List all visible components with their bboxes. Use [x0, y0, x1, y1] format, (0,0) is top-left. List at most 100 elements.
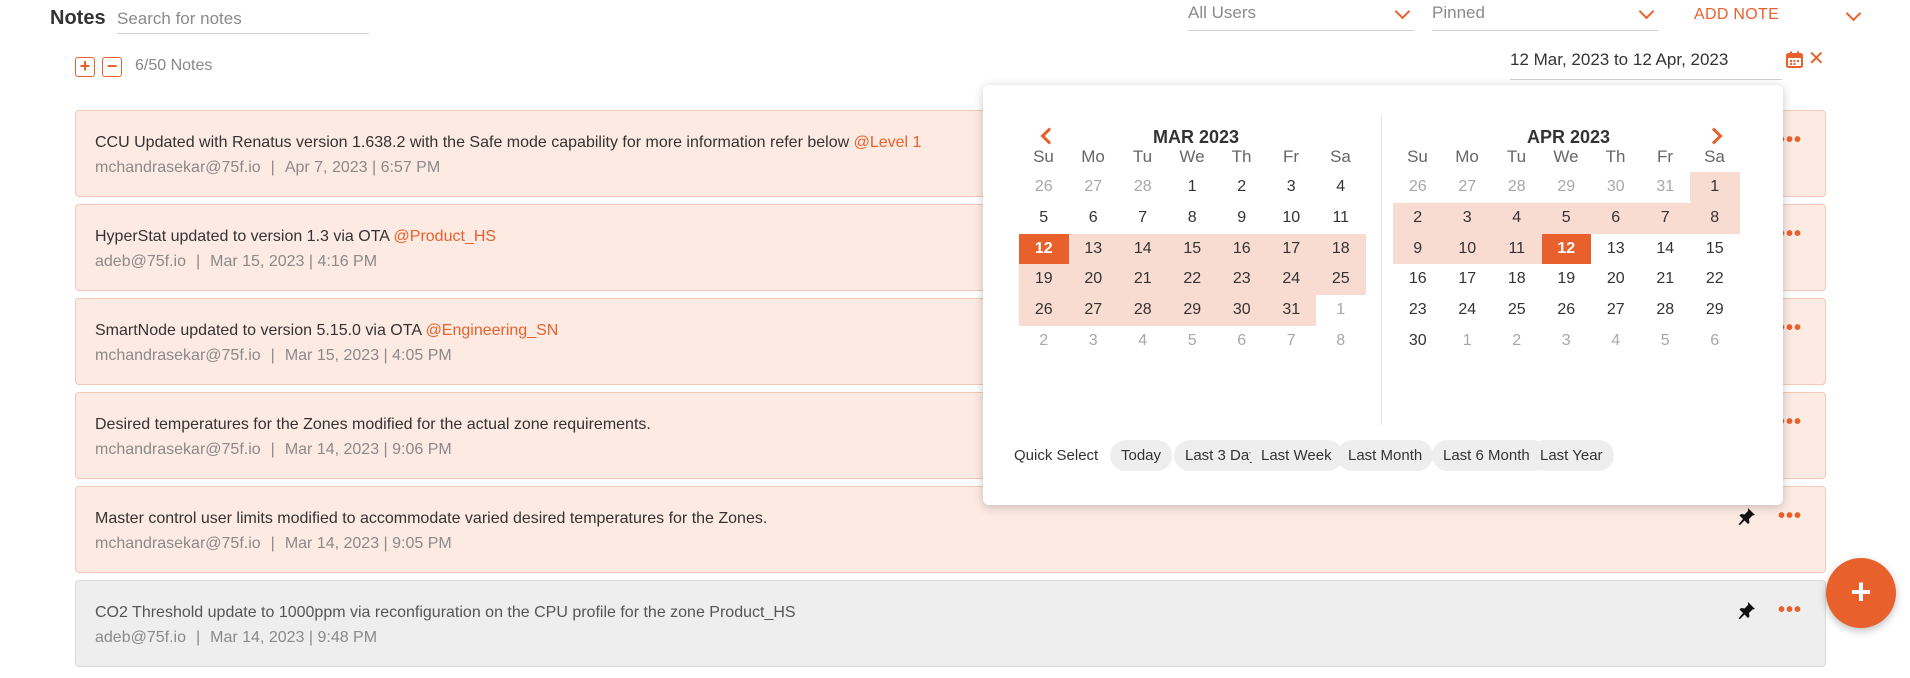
calendar-day[interactable]: 4: [1591, 326, 1641, 357]
calendar-day[interactable]: 28: [1492, 172, 1542, 203]
calendar-day[interactable]: 21: [1641, 264, 1691, 295]
date-range-field[interactable]: 12 Mar, 2023 to 12 Apr, 2023: [1510, 48, 1782, 80]
calendar-day[interactable]: 29: [1167, 295, 1217, 326]
calendar-day[interactable]: 25: [1492, 295, 1542, 326]
add-note-button[interactable]: ADD NOTE: [1694, 6, 1779, 24]
calendar-day[interactable]: 9: [1217, 203, 1267, 234]
calendar-day[interactable]: 10: [1442, 233, 1492, 265]
calendar-day[interactable]: 18: [1492, 264, 1542, 295]
note-card[interactable]: CO2 Threshold update to 1000ppm via reco…: [75, 580, 1826, 667]
calendar-day[interactable]: 6: [1591, 202, 1641, 234]
calendar-day[interactable]: 6: [1069, 203, 1119, 234]
note-tag-link[interactable]: @Level 1: [854, 134, 922, 151]
calendar-day[interactable]: 9: [1393, 233, 1443, 265]
calendar-day[interactable]: 3: [1542, 326, 1592, 357]
calendar-day[interactable]: 3: [1442, 202, 1492, 234]
calendar-day[interactable]: 23: [1217, 264, 1267, 296]
calendar-day[interactable]: 24: [1443, 295, 1493, 326]
calendar-day[interactable]: 5: [1168, 326, 1218, 357]
calendar-day[interactable]: 30: [1591, 172, 1641, 203]
calendar-day[interactable]: 30: [1393, 326, 1443, 357]
calendar-day[interactable]: 1: [1690, 172, 1740, 203]
calendar-day[interactable]: 28: [1118, 172, 1168, 203]
clear-date-icon[interactable]: ✕: [1808, 46, 1825, 71]
calendar-day[interactable]: 31: [1641, 172, 1691, 203]
pin-icon[interactable]: [1738, 507, 1756, 525]
calendar-day[interactable]: 14: [1641, 234, 1691, 265]
more-options-icon[interactable]: •••: [1778, 505, 1802, 528]
calendar-day[interactable]: 25: [1316, 264, 1366, 296]
calendar-day[interactable]: 8: [1168, 203, 1218, 234]
note-tag-link[interactable]: @Product_HS: [394, 228, 497, 245]
expand-all-button[interactable]: +: [75, 57, 95, 77]
calendar-day[interactable]: 24: [1266, 264, 1316, 296]
quick-select-button[interactable]: Last Month: [1337, 440, 1434, 471]
calendar-day[interactable]: 14: [1118, 233, 1168, 265]
calendar-day[interactable]: 7: [1267, 326, 1317, 357]
calendar-day[interactable]: 2: [1393, 202, 1443, 234]
calendar-day[interactable]: 22: [1690, 264, 1740, 295]
calendar-day[interactable]: 1: [1443, 326, 1493, 357]
pin-icon[interactable]: [1738, 601, 1756, 619]
add-note-fab-button[interactable]: +: [1826, 558, 1896, 628]
calendar-day[interactable]: 31: [1266, 295, 1316, 326]
calendar-day[interactable]: 26: [1393, 172, 1443, 203]
calendar-day[interactable]: 26: [1542, 295, 1592, 326]
calendar-day[interactable]: 12: [1019, 233, 1069, 265]
calendar-day[interactable]: 5: [1541, 202, 1591, 234]
calendar-day[interactable]: 29: [1690, 295, 1740, 326]
calendar-day[interactable]: 12: [1541, 233, 1591, 265]
calendar-day[interactable]: 20: [1068, 264, 1118, 296]
calendar-day[interactable]: 10: [1267, 203, 1317, 234]
calendar-day[interactable]: 17: [1443, 264, 1493, 295]
calendar-day[interactable]: 8: [1316, 326, 1366, 357]
calendar-day[interactable]: 30: [1217, 295, 1267, 326]
calendar-day[interactable]: 5: [1641, 326, 1691, 357]
calendar-day[interactable]: 29: [1542, 172, 1592, 203]
calendar-day[interactable]: 8: [1690, 202, 1740, 234]
calendar-day[interactable]: 28: [1118, 295, 1168, 326]
calendar-day[interactable]: 23: [1393, 295, 1443, 326]
calendar-day[interactable]: 4: [1316, 172, 1366, 203]
calendar-day[interactable]: 2: [1217, 172, 1267, 203]
search-field[interactable]: [117, 4, 369, 34]
pinned-filter-select[interactable]: Pinned: [1432, 0, 1658, 31]
calendar-day[interactable]: 1: [1316, 295, 1366, 326]
calendar-day[interactable]: 18: [1316, 233, 1366, 265]
quick-select-button[interactable]: Today: [1110, 440, 1173, 471]
calendar-day[interactable]: 13: [1068, 233, 1118, 265]
calendar-day[interactable]: 6: [1690, 326, 1740, 357]
calendar-day[interactable]: 6: [1217, 326, 1267, 357]
add-note-dropdown-icon[interactable]: [1845, 5, 1862, 22]
note-tag-link[interactable]: @Engineering_SN: [426, 322, 559, 339]
more-options-icon[interactable]: •••: [1778, 599, 1802, 622]
calendar-day[interactable]: 7: [1118, 203, 1168, 234]
calendar-day[interactable]: 1: [1168, 172, 1218, 203]
quick-select-button[interactable]: Last Week: [1250, 440, 1343, 471]
calendar-day[interactable]: 16: [1393, 264, 1443, 295]
calendar-day[interactable]: 7: [1640, 202, 1690, 234]
calendar-day[interactable]: 4: [1118, 326, 1168, 357]
calendar-day[interactable]: 2: [1019, 326, 1069, 357]
calendar-day[interactable]: 27: [1069, 172, 1119, 203]
calendar-day[interactable]: 19: [1019, 264, 1069, 296]
calendar-day[interactable]: 13: [1591, 234, 1641, 265]
calendar-day[interactable]: 20: [1591, 264, 1641, 295]
calendar-day[interactable]: 27: [1068, 295, 1118, 326]
calendar-day[interactable]: 16: [1217, 233, 1267, 265]
calendar-day[interactable]: 15: [1690, 234, 1740, 265]
calendar-day[interactable]: 5: [1019, 203, 1069, 234]
calendar-day[interactable]: 26: [1019, 295, 1069, 326]
search-input[interactable]: [117, 4, 369, 33]
calendar-icon[interactable]: [1786, 51, 1803, 68]
calendar-day[interactable]: 11: [1316, 203, 1366, 234]
collapse-all-button[interactable]: −: [102, 57, 122, 77]
calendar-day[interactable]: 27: [1443, 172, 1493, 203]
quick-select-button[interactable]: Last Year: [1529, 440, 1614, 471]
users-filter-select[interactable]: All Users: [1188, 0, 1414, 31]
calendar-day[interactable]: 3: [1069, 326, 1119, 357]
calendar-day[interactable]: 4: [1492, 202, 1542, 234]
calendar-day[interactable]: 28: [1641, 295, 1691, 326]
calendar-day[interactable]: 26: [1019, 172, 1069, 203]
calendar-day[interactable]: 11: [1492, 233, 1542, 265]
